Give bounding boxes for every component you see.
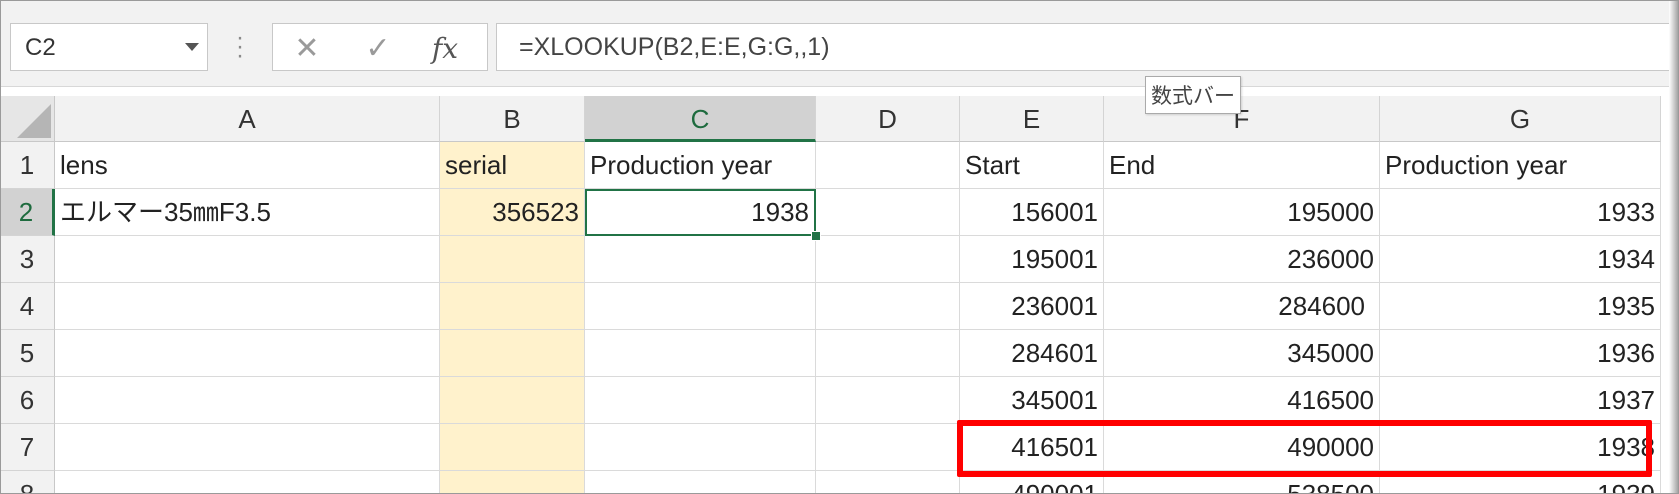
cell-g7[interactable]: 1938 <box>1380 424 1661 471</box>
row-header-3[interactable]: 3 <box>0 236 55 283</box>
cell-e4[interactable]: 236001 <box>960 283 1104 330</box>
cell-c6[interactable] <box>585 377 816 424</box>
cell-e2[interactable]: 156001 <box>960 189 1104 236</box>
cancel-icon[interactable]: ✕ <box>287 30 327 66</box>
column-header-d[interactable]: D <box>816 96 960 142</box>
cell-b8[interactable] <box>440 471 585 494</box>
formula-input[interactable]: =XLOOKUP(B2,E:E,G:G,,1) <box>496 23 1670 71</box>
cell-e6[interactable]: 345001 <box>960 377 1104 424</box>
cell-d4[interactable] <box>816 283 960 330</box>
column-header-e[interactable]: E <box>960 96 1104 142</box>
cell-a1[interactable]: lens <box>55 142 440 189</box>
cell-g1[interactable]: Production year <box>1380 142 1661 189</box>
cell-f3[interactable]: 236000 <box>1104 236 1380 283</box>
column-header-g[interactable]: G <box>1380 96 1661 142</box>
column-header-c[interactable]: C <box>585 96 816 142</box>
cell-c5[interactable] <box>585 330 816 377</box>
cell-e7[interactable]: 416501 <box>960 424 1104 471</box>
name-box[interactable]: C2 <box>10 23 208 71</box>
cell-c3[interactable] <box>585 236 816 283</box>
cell-f6[interactable]: 416500 <box>1104 377 1380 424</box>
cell-g8[interactable]: 1939 <box>1380 471 1661 494</box>
select-all-triangle-icon <box>17 104 51 138</box>
cell-f1[interactable]: End <box>1104 142 1380 189</box>
chevron-down-icon[interactable] <box>185 43 199 51</box>
formula-tools: ✕ ✓ fx <box>272 23 488 71</box>
cell-f8[interactable]: 538500 <box>1104 471 1380 494</box>
fill-handle[interactable] <box>811 231 821 241</box>
worksheet-grid: A B C D E F G 1 lens serial Production year Start En… <box>0 96 1679 494</box>
cell-b4[interactable] <box>440 283 585 330</box>
cell-f7[interactable]: 490000 <box>1104 424 1380 471</box>
row-header-7[interactable]: 7 <box>0 424 55 471</box>
cell-d8[interactable] <box>816 471 960 494</box>
cell-b6[interactable] <box>440 377 585 424</box>
cell-b1[interactable]: serial <box>440 142 585 189</box>
cell-d6[interactable] <box>816 377 960 424</box>
cell-d1[interactable] <box>816 142 960 189</box>
cell-a2[interactable]: エルマー35㎜F3.5 <box>55 189 440 236</box>
select-all-button[interactable] <box>0 96 55 142</box>
cell-d7[interactable] <box>816 424 960 471</box>
cell-a3[interactable] <box>55 236 440 283</box>
cell-a8[interactable] <box>55 471 440 494</box>
cell-f4[interactable]: 284600 <box>1104 283 1380 330</box>
more-options-icon[interactable]: · · · <box>236 26 244 68</box>
cell-d2[interactable] <box>816 189 960 236</box>
cell-g5[interactable]: 1936 <box>1380 330 1661 377</box>
cell-e5[interactable]: 284601 <box>960 330 1104 377</box>
cell-b7[interactable] <box>440 424 585 471</box>
cell-b5[interactable] <box>440 330 585 377</box>
cell-f5[interactable]: 345000 <box>1104 330 1380 377</box>
cell-g2[interactable]: 1933 <box>1380 189 1661 236</box>
insert-function-icon[interactable]: fx <box>425 30 465 66</box>
cell-b2[interactable]: 356523 <box>440 189 585 236</box>
row-header-1[interactable]: 1 <box>0 142 55 189</box>
cell-c2[interactable]: 1938 <box>585 189 816 236</box>
cell-c7[interactable] <box>585 424 816 471</box>
cell-e8[interactable]: 490001 <box>960 471 1104 494</box>
cell-b3[interactable] <box>440 236 585 283</box>
row-header-5[interactable]: 5 <box>0 330 55 377</box>
cell-d3[interactable] <box>816 236 960 283</box>
cell-c1[interactable]: Production year <box>585 142 816 189</box>
name-box-value: C2 <box>25 34 56 61</box>
formula-bar-tooltip: 数式バー <box>1145 76 1241 114</box>
row-header-8[interactable]: 8 <box>0 471 55 494</box>
cell-g3[interactable]: 1934 <box>1380 236 1661 283</box>
cell-g6[interactable]: 1937 <box>1380 377 1661 424</box>
enter-check-icon[interactable]: ✓ <box>358 30 398 66</box>
cell-c8[interactable] <box>585 471 816 494</box>
cell-e3[interactable]: 195001 <box>960 236 1104 283</box>
cell-f2[interactable]: 195000 <box>1104 189 1380 236</box>
row-header-4[interactable]: 4 <box>0 283 55 330</box>
cell-c4[interactable] <box>585 283 816 330</box>
formula-text: =XLOOKUP(B2,E:E,G:G,,1) <box>519 33 830 61</box>
cell-a5[interactable] <box>55 330 440 377</box>
cell-d5[interactable] <box>816 330 960 377</box>
column-header-b[interactable]: B <box>440 96 585 142</box>
column-header-a[interactable]: A <box>55 96 440 142</box>
cell-a7[interactable] <box>55 424 440 471</box>
cell-g4[interactable]: 1935 <box>1380 283 1661 330</box>
formula-bar-area: C2 · · · ✕ ✓ fx =XLOOKUP(B2,E:E,G:G,,1) <box>0 0 1679 87</box>
row-header-2[interactable]: 2 <box>0 189 55 236</box>
row-header-6[interactable]: 6 <box>0 377 55 424</box>
cell-a4[interactable] <box>55 283 440 330</box>
excel-window: C2 · · · ✕ ✓ fx =XLOOKUP(B2,E:E,G:G,,1) 数式… <box>0 0 1679 494</box>
cell-e1[interactable]: Start <box>960 142 1104 189</box>
cell-a6[interactable] <box>55 377 440 424</box>
